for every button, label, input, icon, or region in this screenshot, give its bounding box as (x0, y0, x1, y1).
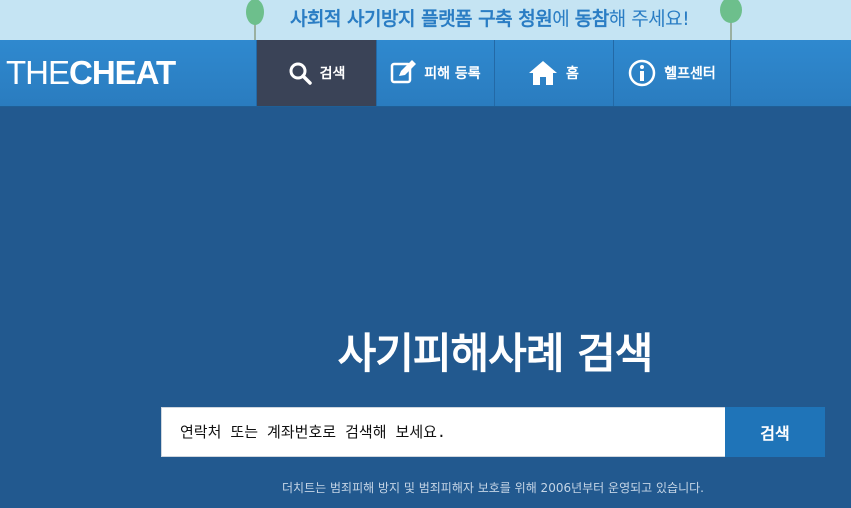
search-form: 검색 (161, 407, 825, 457)
home-icon (529, 61, 558, 85)
search-button[interactable]: 검색 (725, 407, 825, 457)
banner-text[interactable]: 사회적 사기방지 플랫폼 구축 청원에 동참해 주세요! (290, 4, 690, 31)
banner-text-part4: 해 주세요! (608, 8, 690, 30)
page-title: 사기피해사례 검색 (337, 329, 654, 378)
nav-item-label: 홈 (566, 66, 579, 82)
logo-bold-text: CHEAT (69, 54, 176, 91)
banner-text-part2: 에 (552, 8, 575, 30)
nav-item-label: 피해 등록 (424, 66, 481, 82)
service-description: 더치트는 범죄피해 방지 및 범죄피해자 보호를 위해 2006년부터 운영되고… (282, 481, 704, 495)
info-icon (628, 59, 656, 87)
search-input[interactable] (161, 407, 725, 457)
nav-item-search[interactable]: 검색 (256, 40, 376, 106)
logo-thin-text: THE (6, 54, 70, 91)
tree-icon (246, 0, 264, 40)
petition-banner[interactable]: 사회적 사기방지 플랫폼 구축 청원에 동참해 주세요! (0, 0, 851, 40)
main-nav: THECHEAT 검색 피해 등록 홈 헬프센터 (0, 40, 851, 107)
nav-item-report[interactable]: 피해 등록 (376, 40, 494, 106)
edit-icon (391, 60, 417, 84)
search-icon (289, 62, 312, 85)
nav-item-label: 헬프센터 (664, 66, 716, 82)
tree-icon (720, 0, 742, 40)
thecheat-logo[interactable]: THECHEAT (6, 54, 176, 92)
nav-item-label: 검색 (319, 66, 346, 82)
banner-text-part1: 사회적 사기방지 플랫폼 구축 청원 (290, 8, 553, 30)
nav-item-help[interactable]: 헬프센터 (613, 40, 731, 106)
nav-item-home[interactable]: 홈 (494, 40, 612, 106)
banner-text-part3: 동참 (574, 8, 609, 30)
